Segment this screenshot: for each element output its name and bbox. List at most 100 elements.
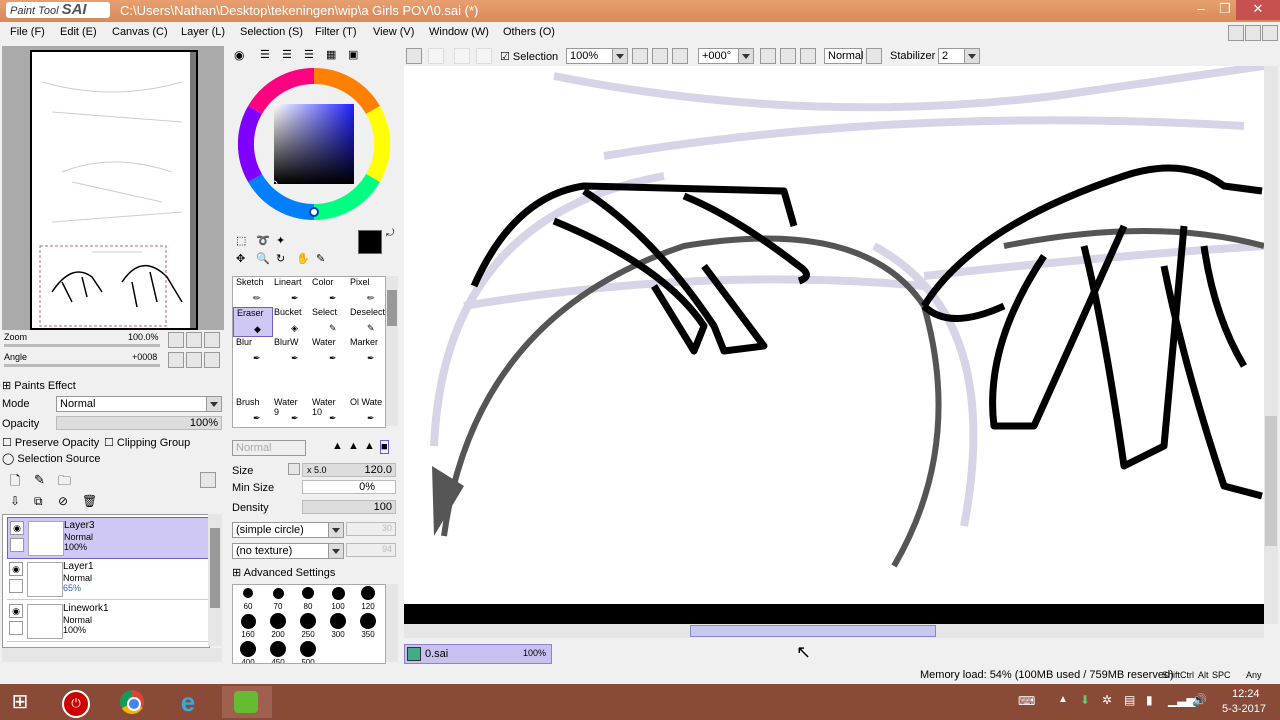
swatches-tab-icon[interactable]: ▦ xyxy=(326,48,336,61)
tool-water[interactable]: Water ✒ xyxy=(309,337,347,365)
redo-button[interactable] xyxy=(428,48,444,64)
clock-time[interactable]: 12:24 xyxy=(1232,688,1260,700)
scrollbar-thumb[interactable] xyxy=(210,528,220,608)
rotate-left-button[interactable] xyxy=(760,48,776,64)
tip-shape-2-icon[interactable]: ▲ xyxy=(348,440,359,452)
opacity-slider[interactable]: 100% xyxy=(56,416,222,430)
color-wheel-tab-icon[interactable]: ◉ xyxy=(234,48,244,62)
tool-bucket[interactable]: Bucket ◈ xyxy=(271,307,309,335)
new-layer-icon[interactable]: 🗋 xyxy=(10,472,26,488)
new-folder-icon[interactable]: 🗀 xyxy=(58,472,74,488)
internet-explorer-icon[interactable]: e xyxy=(168,686,208,718)
zoom-out-button[interactable] xyxy=(168,332,184,348)
size-slider[interactable]: x 5.0 120.0 xyxy=(302,463,396,477)
windows-start-icon[interactable]: ⊞ xyxy=(0,686,40,718)
zoom-slider[interactable] xyxy=(4,344,160,347)
mode-dropdown[interactable]: Normal xyxy=(56,396,222,412)
texture-strength-slider[interactable]: 94 xyxy=(346,543,396,557)
min-size-slider[interactable]: 0% xyxy=(302,480,396,494)
close-button[interactable]: ✕ xyxy=(1236,0,1280,20)
rotate-reset-button[interactable] xyxy=(800,48,816,64)
zoom-tool-icon[interactable]: 🔍 xyxy=(256,252,270,265)
rotate-reset-button[interactable] xyxy=(204,352,220,368)
merge-down-icon[interactable]: ⧉ xyxy=(34,494,50,510)
tray-tablet-icon[interactable]: ▤ xyxy=(1124,693,1135,707)
brush-blend-dropdown[interactable]: Normal xyxy=(232,440,306,456)
scrollbar-thumb[interactable] xyxy=(1265,416,1277,546)
angle-slider[interactable] xyxy=(4,364,160,367)
layer-item-linework1[interactable]: ◉ Linework1 Normal 100% xyxy=(7,601,209,642)
canvas-hscrollbar[interactable] xyxy=(404,624,1264,638)
rotate-right-button[interactable] xyxy=(780,48,796,64)
rotate-tool-icon[interactable]: ↻ xyxy=(276,252,285,265)
pen-icon[interactable] xyxy=(10,538,24,552)
zoom-out-button[interactable] xyxy=(632,48,648,64)
lasso-icon[interactable]: ➰ xyxy=(256,234,270,247)
eye-icon[interactable]: ◉ xyxy=(9,562,23,576)
lock-toggle[interactable] xyxy=(9,579,23,593)
keyboard-icon[interactable]: ⌨ xyxy=(1018,694,1035,708)
layer-list-scrollbar[interactable] xyxy=(208,514,222,646)
tool-water-10[interactable]: Water 10 ✒ xyxy=(309,397,347,425)
menu-window[interactable]: Window (W) xyxy=(429,26,489,38)
tool-select[interactable]: Select ✎ xyxy=(309,307,347,335)
advanced-settings-toggle[interactable]: ⊞ Advanced Settings xyxy=(232,566,335,579)
scratchpad-tab-icon[interactable]: ▣ xyxy=(348,48,358,61)
tip-shape-3-icon[interactable]: ▲ xyxy=(364,440,375,452)
navigator-scrollbar[interactable] xyxy=(190,52,196,328)
brush-size-dot[interactable] xyxy=(243,588,253,598)
menu-file[interactable]: File (F) xyxy=(10,26,45,38)
navigator-preview[interactable] xyxy=(30,50,198,330)
texture-dropdown[interactable]: (no texture) xyxy=(232,543,344,559)
brush-size-dot[interactable] xyxy=(361,586,375,600)
tool-grid-scrollbar[interactable] xyxy=(386,276,398,426)
palette-tab-icon[interactable]: ☰ xyxy=(304,48,314,61)
marquee-icon[interactable]: ⬚ xyxy=(236,234,246,247)
menu-selection[interactable]: Selection (S) xyxy=(240,26,303,38)
tool-blur[interactable]: Blur ✒ xyxy=(233,337,271,365)
menu-edit[interactable]: Edit (E) xyxy=(60,26,97,38)
tool-blurw[interactable]: BlurW ✒ xyxy=(271,337,309,365)
hand-icon[interactable]: ✋ xyxy=(296,252,310,265)
selection-source-checkbox[interactable]: ◯ Selection Source xyxy=(2,452,101,465)
eyedropper-icon[interactable]: ✎ xyxy=(316,252,325,265)
flip-button[interactable] xyxy=(866,48,882,64)
rotate-right-button[interactable] xyxy=(186,352,202,368)
brush-size-dot[interactable] xyxy=(331,586,345,600)
move-icon[interactable]: ✥ xyxy=(236,252,245,265)
hsv-slider-tab-icon[interactable]: ☰ xyxy=(282,48,292,61)
tip-shape-1-icon[interactable]: ▲ xyxy=(332,440,343,452)
brush-size-dot[interactable] xyxy=(300,613,316,629)
chrome-icon[interactable] xyxy=(112,686,152,718)
brush-size-dot[interactable] xyxy=(302,587,314,599)
tool-deselect[interactable]: Deselect ✎ xyxy=(347,307,385,335)
selection-checkbox[interactable]: ☑ Selection xyxy=(500,50,558,63)
tray-expand-icon[interactable]: ▲ xyxy=(1058,694,1068,705)
layer-item-layer3[interactable]: ◉ Layer3 Normal 100% xyxy=(7,517,211,559)
layer-mask-button[interactable] xyxy=(200,472,216,488)
shape-strength-slider[interactable]: 30 xyxy=(346,522,396,536)
magic-wand-icon[interactable]: ✦ xyxy=(276,234,285,247)
tip-shape-4-icon[interactable]: ■ xyxy=(380,440,389,454)
menu-filter[interactable]: Filter (T) xyxy=(315,26,357,38)
brush-shape-dropdown[interactable]: (simple circle) xyxy=(232,522,344,538)
brush-size-dot[interactable] xyxy=(330,613,346,629)
mdi-restore-button[interactable] xyxy=(1245,25,1261,41)
new-linework-icon[interactable]: ✎ xyxy=(34,472,50,488)
zoom-reset-button[interactable] xyxy=(204,332,220,348)
rotate-left-button[interactable] xyxy=(168,352,184,368)
shutdown-app-icon[interactable]: ⏻ xyxy=(54,686,94,718)
battery-icon[interactable]: ▮ xyxy=(1146,693,1153,707)
mdi-minimize-button[interactable] xyxy=(1228,25,1244,41)
color-wheel[interactable] xyxy=(236,66,396,226)
tool-eraser[interactable]: Eraser ◆ xyxy=(233,307,273,337)
layer-list-hscrollbar[interactable] xyxy=(2,648,222,662)
brush-size-dot[interactable] xyxy=(270,613,286,629)
canvas-angle-dropdown[interactable]: +000° xyxy=(698,48,754,64)
canvas-blend-dropdown[interactable]: Normal xyxy=(824,48,863,64)
lock-toggle[interactable] xyxy=(9,621,23,635)
stabilizer-dropdown[interactable]: 2 xyxy=(938,48,980,64)
tool-oil-water[interactable]: Ol Wate ✒ xyxy=(347,397,385,425)
tool-pixel[interactable]: Pixel ✏ xyxy=(347,277,385,305)
zoom-fit-button[interactable] xyxy=(672,48,688,64)
